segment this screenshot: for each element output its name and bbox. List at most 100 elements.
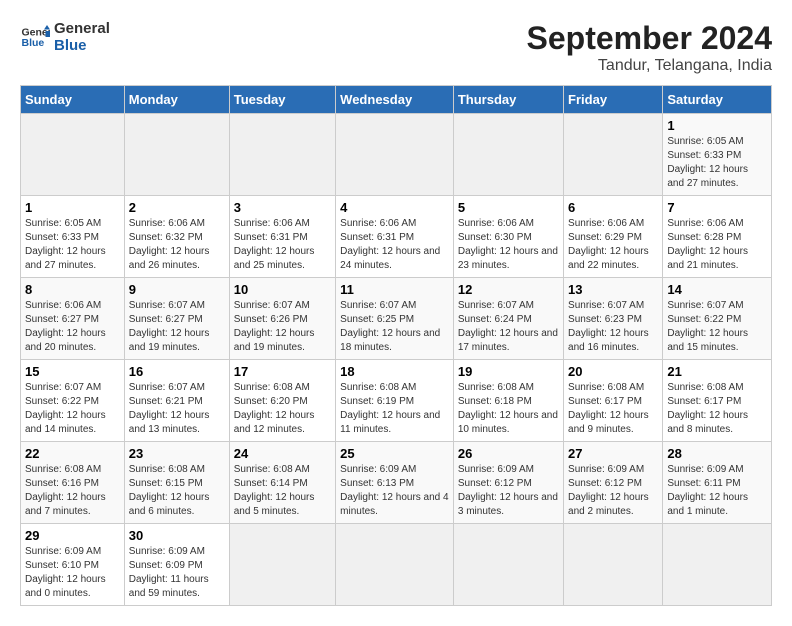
calendar-cell <box>124 114 229 196</box>
day-info: Sunrise: 6:08 AMSunset: 6:19 PMDaylight:… <box>340 381 449 437</box>
calendar-cell: 28 Sunrise: 6:09 AMSunset: 6:11 PMDaylig… <box>663 442 772 524</box>
header-sunday: Sunday <box>21 86 125 114</box>
day-info: Sunrise: 6:06 AMSunset: 6:32 PMDaylight:… <box>129 217 225 273</box>
calendar-cell: 20 Sunrise: 6:08 AMSunset: 6:17 PMDaylig… <box>564 360 663 442</box>
day-number: 8 <box>25 282 120 297</box>
day-number: 16 <box>129 364 225 379</box>
calendar-cell: 11 Sunrise: 6:07 AMSunset: 6:25 PMDaylig… <box>336 278 454 360</box>
calendar-cell: 13 Sunrise: 6:07 AMSunset: 6:23 PMDaylig… <box>564 278 663 360</box>
calendar-cell: 15 Sunrise: 6:07 AMSunset: 6:22 PMDaylig… <box>21 360 125 442</box>
day-number: 17 <box>234 364 331 379</box>
day-info: Sunrise: 6:06 AMSunset: 6:31 PMDaylight:… <box>340 217 449 273</box>
calendar-cell <box>229 114 335 196</box>
day-info: Sunrise: 6:06 AMSunset: 6:30 PMDaylight:… <box>458 217 559 273</box>
calendar-cell <box>21 114 125 196</box>
day-info: Sunrise: 6:07 AMSunset: 6:21 PMDaylight:… <box>129 381 225 437</box>
day-number: 1 <box>25 200 120 215</box>
calendar-cell: 29 Sunrise: 6:09 AMSunset: 6:10 PMDaylig… <box>21 524 125 606</box>
day-number: 9 <box>129 282 225 297</box>
day-number: 30 <box>129 528 225 543</box>
calendar-cell <box>453 524 563 606</box>
calendar-cell: 7 Sunrise: 6:06 AMSunset: 6:28 PMDayligh… <box>663 196 772 278</box>
calendar-cell: 24 Sunrise: 6:08 AMSunset: 6:14 PMDaylig… <box>229 442 335 524</box>
day-number: 1 <box>667 118 767 133</box>
page-header: General Blue General Blue September 2024… <box>20 20 772 75</box>
header-friday: Friday <box>564 86 663 114</box>
calendar-cell: 17 Sunrise: 6:08 AMSunset: 6:20 PMDaylig… <box>229 360 335 442</box>
day-info: Sunrise: 6:08 AMSunset: 6:15 PMDaylight:… <box>129 463 225 519</box>
day-number: 7 <box>667 200 767 215</box>
day-number: 28 <box>667 446 767 461</box>
day-info: Sunrise: 6:07 AMSunset: 6:27 PMDaylight:… <box>129 299 225 355</box>
day-number: 19 <box>458 364 559 379</box>
calendar-cell: 9 Sunrise: 6:07 AMSunset: 6:27 PMDayligh… <box>124 278 229 360</box>
svg-text:Blue: Blue <box>22 37 45 49</box>
day-number: 2 <box>129 200 225 215</box>
day-info: Sunrise: 6:08 AMSunset: 6:17 PMDaylight:… <box>667 381 767 437</box>
calendar-cell: 27 Sunrise: 6:09 AMSunset: 6:12 PMDaylig… <box>564 442 663 524</box>
day-number: 3 <box>234 200 331 215</box>
calendar-cell: 22 Sunrise: 6:08 AMSunset: 6:16 PMDaylig… <box>21 442 125 524</box>
calendar-title: September 2024 <box>527 20 772 57</box>
header-wednesday: Wednesday <box>336 86 454 114</box>
day-info: Sunrise: 6:09 AMSunset: 6:13 PMDaylight:… <box>340 463 449 519</box>
header-thursday: Thursday <box>453 86 563 114</box>
day-number: 27 <box>568 446 658 461</box>
calendar-cell: 14 Sunrise: 6:07 AMSunset: 6:22 PMDaylig… <box>663 278 772 360</box>
calendar-cell: 19 Sunrise: 6:08 AMSunset: 6:18 PMDaylig… <box>453 360 563 442</box>
header-tuesday: Tuesday <box>229 86 335 114</box>
calendar-cell: 8 Sunrise: 6:06 AMSunset: 6:27 PMDayligh… <box>21 278 125 360</box>
day-number: 23 <box>129 446 225 461</box>
day-info: Sunrise: 6:06 AMSunset: 6:31 PMDaylight:… <box>234 217 331 273</box>
calendar-cell: 26 Sunrise: 6:09 AMSunset: 6:12 PMDaylig… <box>453 442 563 524</box>
day-number: 13 <box>568 282 658 297</box>
day-info: Sunrise: 6:07 AMSunset: 6:25 PMDaylight:… <box>340 299 449 355</box>
day-number: 18 <box>340 364 449 379</box>
day-number: 15 <box>25 364 120 379</box>
calendar-cell: 4 Sunrise: 6:06 AMSunset: 6:31 PMDayligh… <box>336 196 454 278</box>
calendar-cell <box>229 524 335 606</box>
calendar-header-row: SundayMondayTuesdayWednesdayThursdayFrid… <box>21 86 772 114</box>
logo: General Blue General Blue <box>20 20 110 54</box>
calendar-week-1: 1 Sunrise: 6:05 AMSunset: 6:33 PMDayligh… <box>21 114 772 196</box>
day-info: Sunrise: 6:07 AMSunset: 6:22 PMDaylight:… <box>667 299 767 355</box>
calendar-week-6: 29 Sunrise: 6:09 AMSunset: 6:10 PMDaylig… <box>21 524 772 606</box>
header-saturday: Saturday <box>663 86 772 114</box>
calendar-cell <box>663 524 772 606</box>
day-info: Sunrise: 6:08 AMSunset: 6:17 PMDaylight:… <box>568 381 658 437</box>
day-number: 26 <box>458 446 559 461</box>
day-number: 25 <box>340 446 449 461</box>
title-block: September 2024 Tandur, Telangana, India <box>527 20 772 75</box>
day-number: 6 <box>568 200 658 215</box>
calendar-cell: 30 Sunrise: 6:09 AMSunset: 6:09 PMDaylig… <box>124 524 229 606</box>
calendar-cell: 6 Sunrise: 6:06 AMSunset: 6:29 PMDayligh… <box>564 196 663 278</box>
day-info: Sunrise: 6:07 AMSunset: 6:26 PMDaylight:… <box>234 299 331 355</box>
day-number: 22 <box>25 446 120 461</box>
calendar-week-2: 1 Sunrise: 6:05 AMSunset: 6:33 PMDayligh… <box>21 196 772 278</box>
day-number: 11 <box>340 282 449 297</box>
calendar-cell: 21 Sunrise: 6:08 AMSunset: 6:17 PMDaylig… <box>663 360 772 442</box>
calendar-cell: 18 Sunrise: 6:08 AMSunset: 6:19 PMDaylig… <box>336 360 454 442</box>
day-info: Sunrise: 6:09 AMSunset: 6:11 PMDaylight:… <box>667 463 767 519</box>
logo-line2: Blue <box>54 37 110 54</box>
day-info: Sunrise: 6:08 AMSunset: 6:20 PMDaylight:… <box>234 381 331 437</box>
day-number: 5 <box>458 200 559 215</box>
day-info: Sunrise: 6:05 AMSunset: 6:33 PMDaylight:… <box>25 217 120 273</box>
day-info: Sunrise: 6:06 AMSunset: 6:28 PMDaylight:… <box>667 217 767 273</box>
day-info: Sunrise: 6:05 AMSunset: 6:33 PMDaylight:… <box>667 135 767 191</box>
calendar-cell: 5 Sunrise: 6:06 AMSunset: 6:30 PMDayligh… <box>453 196 563 278</box>
day-number: 24 <box>234 446 331 461</box>
day-number: 12 <box>458 282 559 297</box>
calendar-table: SundayMondayTuesdayWednesdayThursdayFrid… <box>20 85 772 606</box>
calendar-cell: 10 Sunrise: 6:07 AMSunset: 6:26 PMDaylig… <box>229 278 335 360</box>
day-info: Sunrise: 6:08 AMSunset: 6:18 PMDaylight:… <box>458 381 559 437</box>
day-info: Sunrise: 6:09 AMSunset: 6:12 PMDaylight:… <box>458 463 559 519</box>
calendar-cell <box>564 524 663 606</box>
day-info: Sunrise: 6:09 AMSunset: 6:10 PMDaylight:… <box>25 545 120 601</box>
day-info: Sunrise: 6:07 AMSunset: 6:23 PMDaylight:… <box>568 299 658 355</box>
day-info: Sunrise: 6:06 AMSunset: 6:29 PMDaylight:… <box>568 217 658 273</box>
day-info: Sunrise: 6:06 AMSunset: 6:27 PMDaylight:… <box>25 299 120 355</box>
calendar-subtitle: Tandur, Telangana, India <box>527 57 772 75</box>
day-number: 14 <box>667 282 767 297</box>
calendar-cell <box>336 524 454 606</box>
